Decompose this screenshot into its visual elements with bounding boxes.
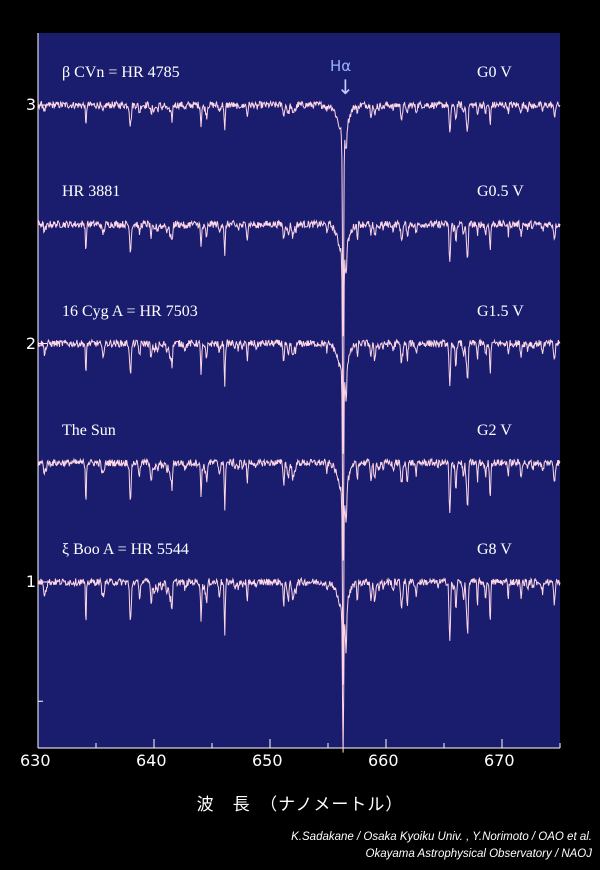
series-name-label: HR 3881 xyxy=(62,183,121,201)
y-tick-label: 3 xyxy=(25,95,36,114)
credit-line-2: Okayama Astrophysical Observatory / NAOJ xyxy=(365,848,592,860)
x-tick-label: 670 xyxy=(484,751,515,770)
spectral-type-label: G2 V xyxy=(477,421,512,439)
y-tick-label: 2 xyxy=(25,333,36,353)
spectral-type-label: G1.5 V xyxy=(477,302,524,320)
series-name-label: The Sun xyxy=(62,421,116,439)
halpha-label: Hα xyxy=(330,57,352,75)
y-tick-label: 1 xyxy=(25,572,36,591)
spectral-type-label: G0.5 V xyxy=(477,183,524,201)
spectral-type-label: G0 V xyxy=(477,64,512,81)
plot-area xyxy=(38,33,560,748)
x-tick-label: 640 xyxy=(136,751,167,770)
x-axis-label: 波 長 （ナノメートル） xyxy=(196,795,404,815)
x-tick-label: 650 xyxy=(252,751,283,770)
halpha-arrow-icon: ↓ xyxy=(337,75,354,99)
x-tick-label: 660 xyxy=(368,751,399,770)
credit-line-1: K.Sadakane / Osaka Kyoiku Univ. , Y.Nori… xyxy=(291,831,592,843)
series-name-label: β CVn = HR 4785 xyxy=(62,64,180,81)
series-name-label: ξ Boo A = HR 5544 xyxy=(62,541,189,558)
x-tick-label: 630 xyxy=(20,751,51,770)
series-name-label: 16 Cyg A = HR 7503 xyxy=(62,302,198,320)
spectral-type-label: G8 V xyxy=(477,541,512,558)
